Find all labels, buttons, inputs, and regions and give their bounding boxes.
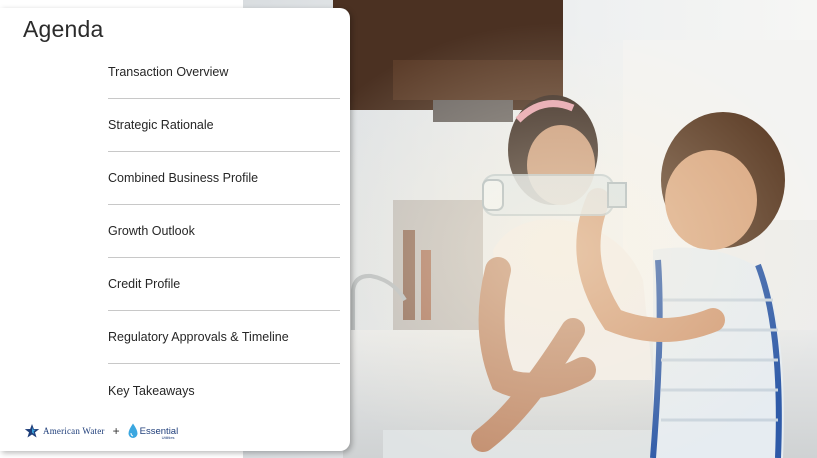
agenda-item-combined-business-profile: Combined Business Profile	[108, 152, 340, 205]
agenda-panel: Agenda Transaction Overview Strategic Ra…	[0, 8, 350, 451]
agenda-item-regulatory-approvals-timeline: Regulatory Approvals & Timeline	[108, 311, 340, 364]
essential-text: Essential Utilities	[140, 426, 179, 440]
logo-separator: +	[112, 424, 120, 438]
agenda-item-strategic-rationale: Strategic Rationale	[108, 99, 340, 152]
agenda-list: Transaction Overview Strategic Rationale…	[108, 46, 340, 417]
page-title: Agenda	[23, 16, 104, 42]
star-icon	[24, 424, 40, 438]
footer-logos: American Water + Essential Utilities	[24, 422, 178, 440]
american-water-logo: American Water	[24, 423, 105, 439]
agenda-item-growth-outlook: Growth Outlook	[108, 205, 340, 258]
essential-subtext: Utilities	[161, 434, 175, 440]
agenda-item-credit-profile: Credit Profile	[108, 258, 340, 311]
agenda-item-transaction-overview: Transaction Overview	[108, 46, 340, 99]
american-water-text: American Water	[43, 426, 105, 436]
water-drop-icon	[128, 423, 138, 438]
essential-logo: Essential Utilities	[128, 423, 179, 440]
agenda-item-key-takeaways: Key Takeaways	[108, 383, 195, 398]
